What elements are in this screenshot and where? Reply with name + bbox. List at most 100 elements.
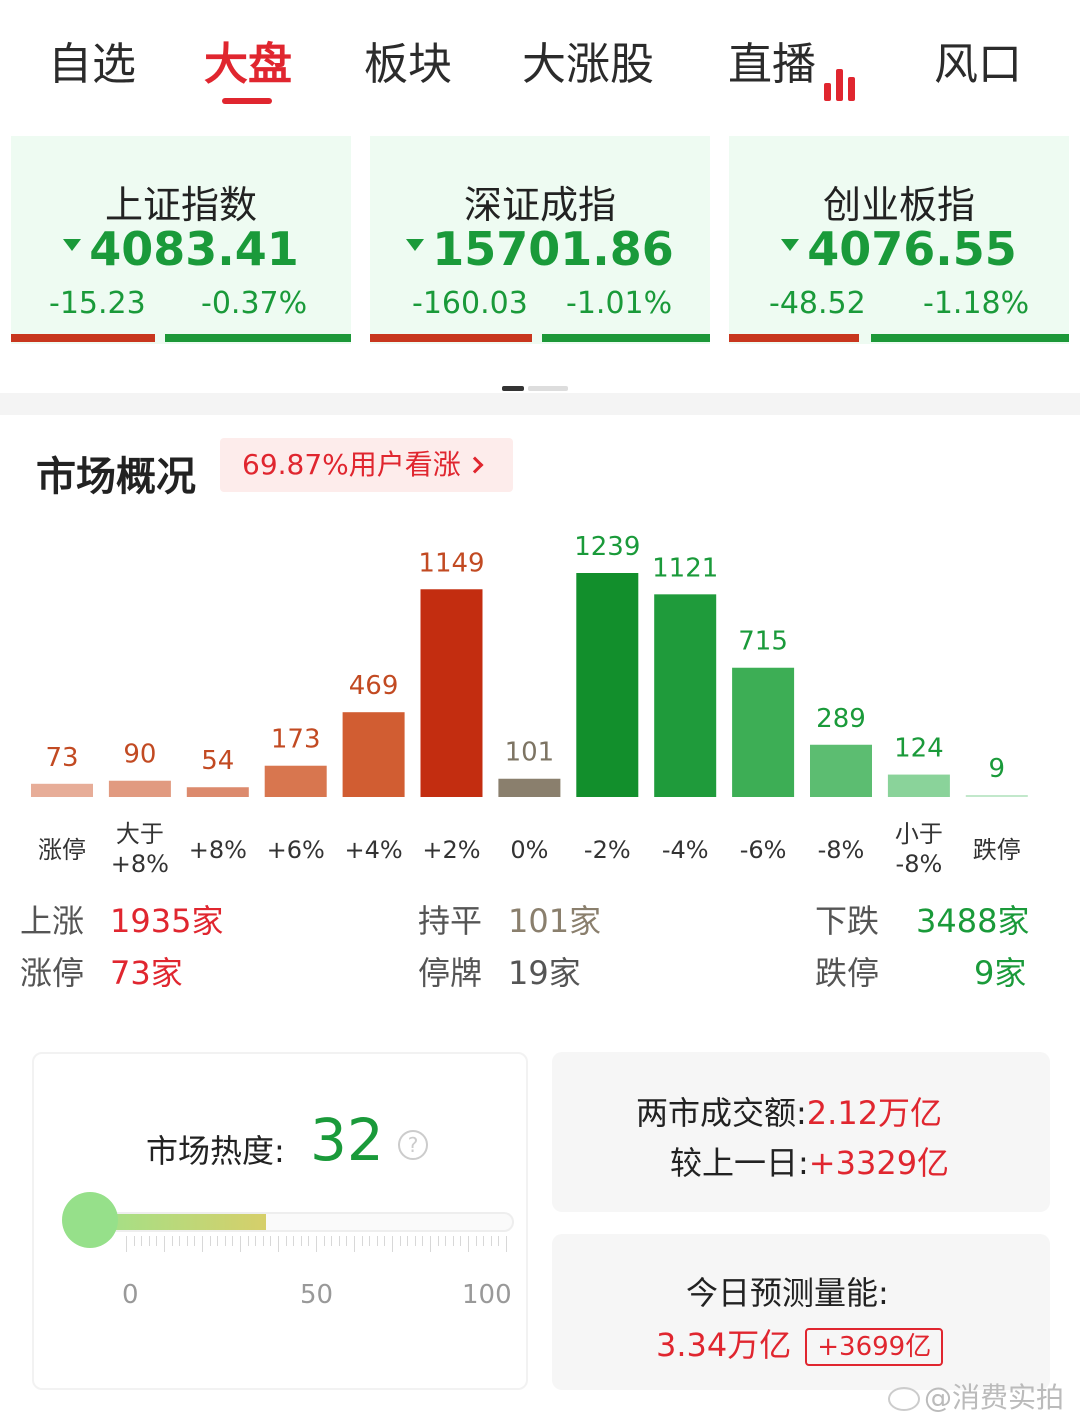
bar-value-label: 124 — [894, 734, 944, 764]
bar-value-label: 54 — [201, 746, 234, 776]
stat-up-label: 上涨 — [20, 902, 85, 940]
gauge-tick — [452, 1236, 454, 1246]
gauge-tick — [224, 1236, 226, 1246]
category-label: 跌停 — [973, 836, 1021, 864]
gauge-tick — [164, 1236, 165, 1252]
watermark-text: @消费实拍 — [924, 1381, 1065, 1414]
index-change-pct: -1.18% — [923, 286, 1030, 321]
gauge-tick — [278, 1236, 279, 1252]
tab-trends[interactable]: 风口 — [934, 28, 1022, 92]
gauge-tick — [293, 1236, 295, 1246]
stat-limit-down-value: 9家 — [974, 954, 1027, 992]
bar-5 — [420, 589, 483, 797]
bar-value-label: 73 — [45, 743, 78, 773]
index-change-pct: -1.01% — [566, 286, 673, 321]
gauge-tick — [407, 1236, 409, 1246]
heat-value: 32 — [310, 1106, 384, 1174]
forecast-value: 3.34万亿 — [656, 1326, 792, 1364]
page-dot-active — [502, 386, 524, 391]
category-label: -8% — [818, 836, 865, 864]
turnover-line: 两市成交额:2.12万亿 — [636, 1088, 942, 1134]
bar-7 — [576, 573, 639, 797]
top-tab-bar: 自选 大盘 板块 大涨股 直播 风口 — [0, 0, 1080, 110]
index-value: 15701.86 — [370, 222, 710, 276]
category-label: +2% — [422, 836, 480, 864]
turnover-card[interactable]: 两市成交额:2.12万亿 较上一日:+3329亿 — [552, 1052, 1050, 1212]
help-icon[interactable]: ? — [398, 1130, 428, 1160]
bar-value-label: 101 — [505, 738, 555, 768]
gauge-tick — [392, 1236, 393, 1252]
section-title: 市场概况 — [36, 454, 196, 500]
gauge-tick — [217, 1236, 219, 1246]
bar-value-label: 1121 — [652, 553, 718, 583]
down-ratio-segment — [165, 334, 351, 342]
tab-watchlist[interactable]: 自选 — [48, 28, 136, 92]
gauge-tick — [346, 1236, 348, 1246]
bar-value-label: 715 — [738, 627, 788, 657]
gauge-tick — [232, 1236, 234, 1246]
tab-sectors[interactable]: 板块 — [364, 28, 452, 92]
turnover-value: 2.12万亿 — [806, 1094, 943, 1132]
gauge-tick — [156, 1236, 158, 1246]
down-ratio-segment — [871, 334, 1069, 342]
index-name: 创业板指 — [822, 183, 975, 227]
category-label: +8% — [189, 836, 247, 864]
gauge-tick — [255, 1236, 257, 1246]
turnover-label: 两市成交额: — [636, 1094, 807, 1132]
bar-value-label: 90 — [123, 740, 156, 770]
bar-1 — [108, 780, 171, 797]
heat-axis-max: 100 — [462, 1280, 512, 1310]
index-value: 4076.55 — [729, 222, 1069, 276]
distribution-chart: 73 涨停 90 大于+8% 54 +8% 173 +6% 469 +4% 1149 +2% 101 0%… — [31, 532, 1028, 878]
gauge-tick — [468, 1236, 469, 1252]
bar-value-label: 289 — [816, 704, 866, 734]
heat-axis-min: 0 — [122, 1280, 139, 1310]
gauge-tick — [133, 1236, 135, 1246]
forecast-label: 今日预测量能: — [686, 1274, 889, 1312]
weibo-logo-icon — [888, 1387, 920, 1411]
bar-4 — [342, 712, 405, 797]
category-label: +6% — [267, 836, 325, 864]
tab-live[interactable]: 直播 — [728, 28, 860, 101]
bar-12 — [965, 795, 1028, 797]
tab-big-gainers[interactable]: 大涨股 — [522, 28, 654, 92]
sentiment-badge[interactable]: 69.87%用户看涨 — [220, 438, 513, 492]
tab-live-label: 直播 — [728, 39, 816, 90]
index-change: -160.03 — [412, 286, 528, 321]
gauge-tick — [171, 1236, 173, 1246]
up-ratio-segment — [11, 334, 155, 342]
gauge-tick — [262, 1236, 264, 1246]
gauge-tick — [323, 1236, 325, 1246]
index-change-pct: -0.37% — [201, 286, 308, 321]
down-ratio-segment — [542, 334, 710, 342]
tab-market[interactable]: 大盘 — [204, 28, 292, 92]
heat-gauge-track — [74, 1212, 514, 1232]
heat-gauge-knob — [62, 1192, 118, 1248]
bar-11 — [887, 774, 950, 797]
gauge-tick — [240, 1236, 241, 1252]
index-card-shanghai[interactable]: 上证指数 4083.41 -15.23 -0.37% — [11, 136, 351, 344]
forecast-card[interactable]: 今日预测量能: 3.34万亿 +3699亿 — [552, 1234, 1050, 1390]
gauge-tick — [483, 1236, 485, 1246]
gauge-tick — [338, 1236, 340, 1246]
stat-flat-value: 101家 — [508, 902, 602, 940]
heat-gauge-ticks — [126, 1236, 507, 1256]
gauge-tick — [316, 1236, 317, 1252]
gauge-tick — [430, 1236, 431, 1252]
gauge-tick — [141, 1236, 143, 1246]
index-card-chinext[interactable]: 创业板指 4076.55 -48.52 -1.18% — [729, 136, 1069, 344]
down-triangle-icon — [781, 238, 800, 251]
index-card-shenzhen[interactable]: 深证成指 15701.86 -160.03 -1.01% — [370, 136, 710, 344]
up-down-ratio-bar — [11, 334, 351, 342]
up-ratio-segment — [729, 334, 859, 342]
gauge-tick — [422, 1236, 424, 1246]
gauge-tick — [285, 1236, 287, 1246]
stat-down-label: 下跌 — [815, 902, 880, 940]
live-bars-icon — [824, 50, 860, 101]
category-label: 涨停 — [38, 836, 86, 864]
gauge-tick — [270, 1236, 272, 1246]
bar-0 — [31, 783, 93, 797]
gauge-tick — [384, 1236, 386, 1246]
bar-6 — [498, 778, 561, 797]
gauge-tick — [475, 1236, 477, 1246]
